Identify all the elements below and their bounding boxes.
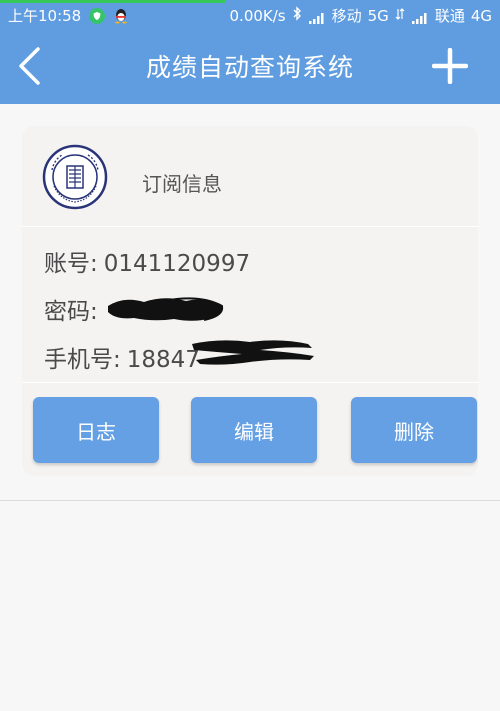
phone-row: 手机号: 18847 bbox=[44, 340, 200, 374]
back-button[interactable] bbox=[14, 46, 48, 86]
status-progress-line bbox=[0, 0, 225, 3]
app-header: 上午10:58 0.00K/s 移动 5G 联通 4G 成绩自动查询系统 bbox=[0, 0, 500, 104]
password-label: 密码: bbox=[44, 299, 98, 325]
phone-redaction bbox=[192, 340, 314, 365]
signal-icon-2 bbox=[411, 10, 429, 24]
chevron-left-icon bbox=[19, 47, 40, 85]
status-time: 上午10:58 bbox=[8, 7, 82, 25]
title-bar: 成绩自动查询系统 bbox=[0, 28, 500, 104]
network-1: 5G bbox=[367, 6, 389, 25]
wifi-icon bbox=[395, 7, 405, 25]
delete-button[interactable]: 删除 bbox=[351, 397, 477, 463]
network-speed: 0.00K/s bbox=[229, 6, 286, 25]
add-button[interactable] bbox=[431, 47, 469, 85]
card-header: 订阅信息 bbox=[22, 126, 478, 226]
divider bbox=[22, 226, 478, 227]
log-button[interactable]: 日志 bbox=[33, 397, 159, 463]
subscription-card: 订阅信息 账号: 0141120997 密码: 手机号: 18847 日志 编辑 删… bbox=[22, 126, 478, 476]
network-2: 4G bbox=[470, 6, 492, 25]
subscription-label: 订阅信息 bbox=[142, 172, 222, 196]
password-redaction bbox=[108, 297, 224, 321]
carrier-2: 联通 bbox=[434, 7, 465, 25]
page-title: 成绩自动查询系统 bbox=[145, 53, 354, 82]
signal-icon bbox=[308, 10, 326, 24]
phone-value: 18847 bbox=[126, 347, 200, 373]
shield-icon bbox=[89, 7, 106, 24]
phone-label: 手机号: bbox=[44, 347, 121, 373]
edit-button[interactable]: 编辑 bbox=[191, 397, 317, 463]
divider bbox=[22, 382, 478, 383]
carrier-1: 移动 bbox=[331, 7, 362, 25]
status-bar: 上午10:58 0.00K/s 移动 5G 联通 4G bbox=[0, 0, 500, 28]
account-row: 账号: 0141120997 bbox=[44, 244, 250, 278]
university-seal-icon bbox=[42, 144, 108, 210]
list-divider bbox=[0, 500, 500, 501]
account-label: 账号: bbox=[44, 251, 98, 277]
qq-icon bbox=[113, 8, 129, 24]
bluetooth-icon bbox=[292, 6, 302, 25]
account-value: 0141120997 bbox=[103, 251, 251, 277]
plus-icon bbox=[431, 47, 469, 85]
password-row: 密码: bbox=[44, 292, 98, 326]
